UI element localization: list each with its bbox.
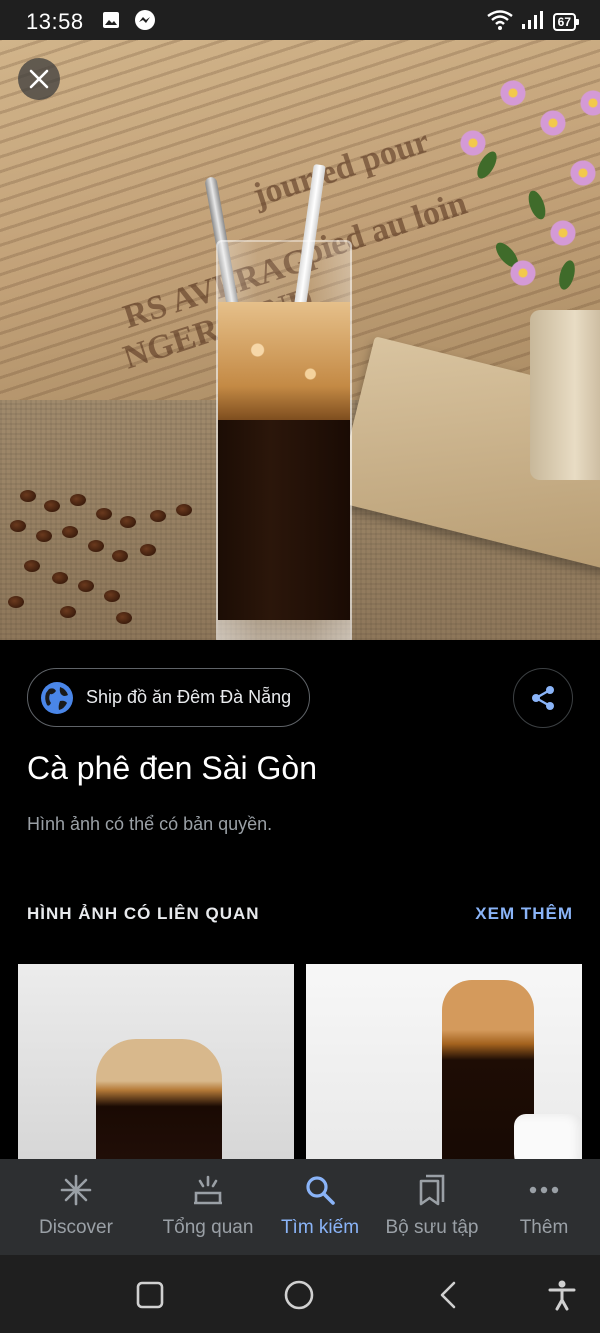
globe-icon xyxy=(41,681,73,714)
bottom-navigation: Discover Tổng quan Tìm kiếm Bộ sưu tập T… xyxy=(0,1159,600,1255)
see-more-link[interactable]: XEM THÊM xyxy=(475,904,573,924)
accessibility-button[interactable] xyxy=(546,1279,578,1311)
vase xyxy=(530,310,600,480)
home-icon xyxy=(284,1280,314,1310)
signal-icon xyxy=(521,10,545,35)
status-bar: 13:58 67 xyxy=(0,0,600,44)
copyright-notice: Hình ảnh có thể có bản quyền. xyxy=(27,814,273,834)
source-label: Ship đồ ăn Đêm Đà Nẵng xyxy=(86,687,292,707)
close-button[interactable] xyxy=(18,58,60,100)
nav-item-discover[interactable]: Discover xyxy=(0,1159,152,1255)
gallery-icon xyxy=(102,11,120,34)
messenger-icon xyxy=(134,9,156,36)
coffee-glass xyxy=(216,240,352,640)
close-icon xyxy=(29,69,49,89)
status-time: 13:58 xyxy=(26,9,84,34)
recent-apps-button[interactable] xyxy=(134,1279,166,1311)
share-icon xyxy=(532,686,554,710)
back-icon xyxy=(440,1281,456,1309)
collections-icon xyxy=(415,1173,449,1207)
back-button[interactable] xyxy=(432,1279,464,1311)
recent-apps-icon xyxy=(136,1281,164,1309)
accessibility-icon xyxy=(548,1280,576,1311)
asterisk-icon xyxy=(59,1173,93,1207)
status-system-icons: 67 xyxy=(486,9,580,35)
source-chip[interactable]: Ship đồ ăn Đêm Đà Nẵng xyxy=(27,668,311,727)
related-image-thumbnail[interactable] xyxy=(18,964,294,1164)
nav-item-more[interactable]: Thêm xyxy=(488,1159,600,1255)
nav-item-overview[interactable]: Tổng quan xyxy=(152,1159,264,1255)
more-icon xyxy=(527,1173,561,1207)
related-images-heading: HÌNH ẢNH CÓ LIÊN QUAN xyxy=(27,904,260,923)
wifi-icon xyxy=(486,9,513,35)
related-image-thumbnail[interactable] xyxy=(306,964,582,1164)
overview-icon xyxy=(191,1173,225,1207)
coffee-beans xyxy=(0,480,200,640)
share-button[interactable] xyxy=(513,668,573,728)
battery-icon: 67 xyxy=(552,13,580,31)
image-title: Cà phê đen Sài Gòn xyxy=(27,750,317,786)
nav-item-collections[interactable]: Bộ sưu tập xyxy=(376,1159,488,1255)
search-icon xyxy=(303,1173,337,1207)
status-notification-icons xyxy=(102,9,156,36)
home-button[interactable] xyxy=(283,1279,315,1311)
system-navigation-bar xyxy=(0,1255,600,1333)
nav-item-search[interactable]: Tìm kiếm xyxy=(264,1159,376,1255)
flowers xyxy=(440,70,600,330)
hero-image[interactable]: RS AVERAG NGERS AND jour ed pour pied au… xyxy=(0,40,600,640)
